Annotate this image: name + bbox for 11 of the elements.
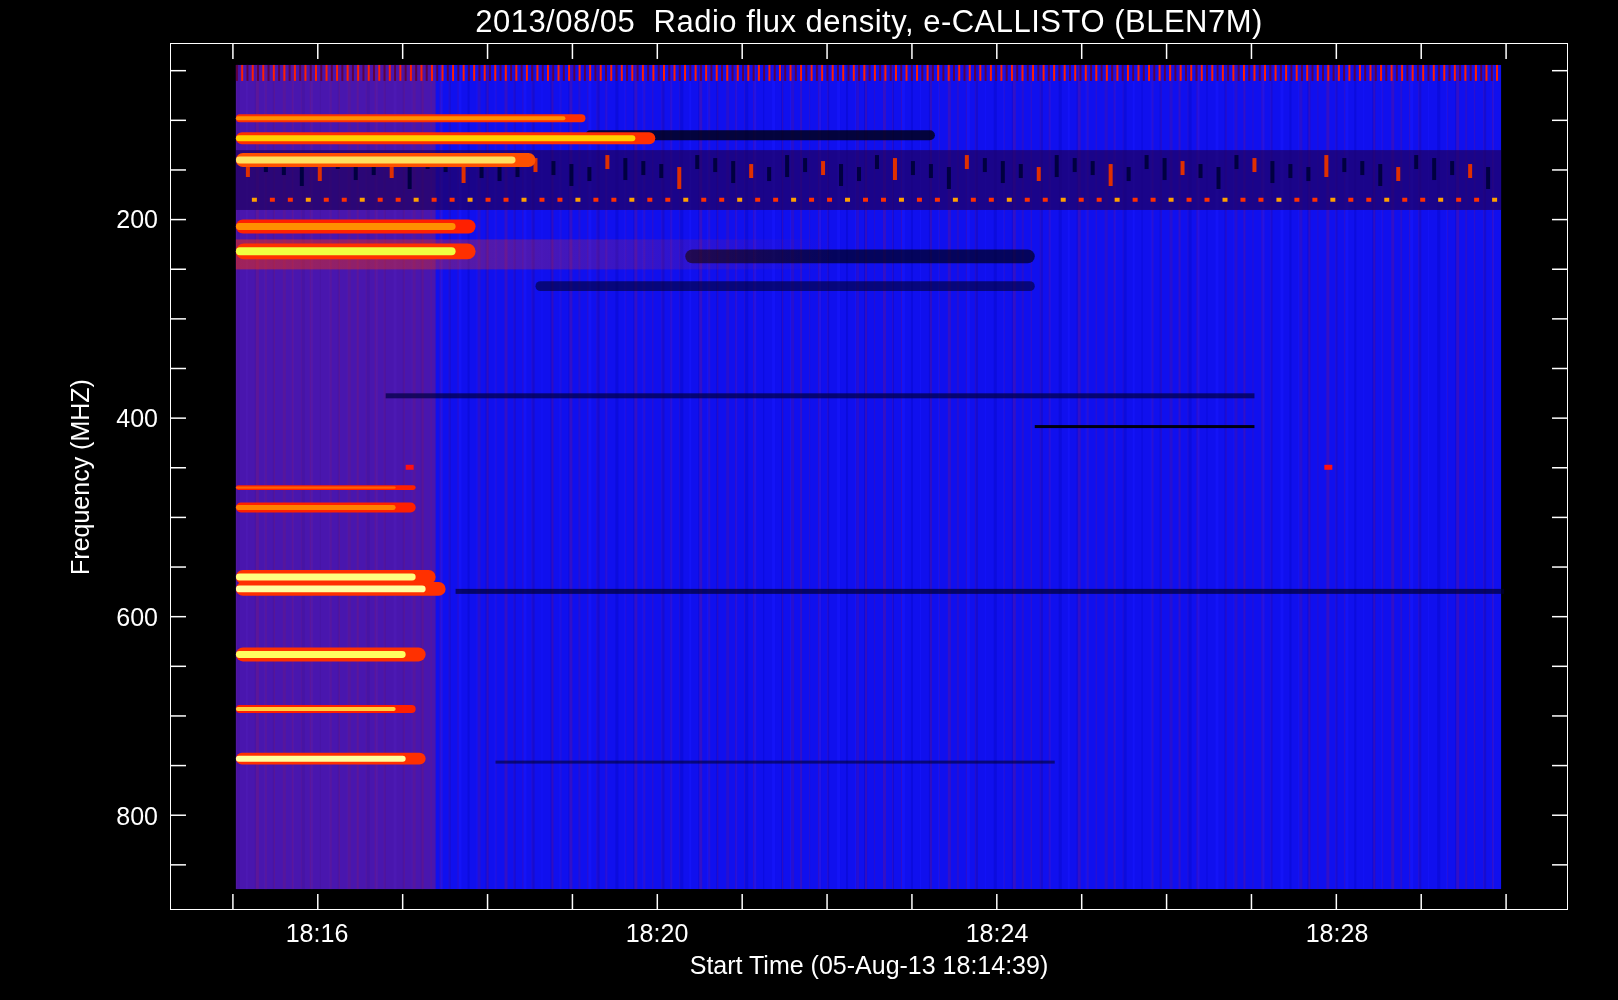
x-tick-label: 18:24	[965, 919, 1029, 948]
chart-title: 2013/08/05 Radio flux density, e-CALLISTO (BLEN7M)	[474, 2, 1264, 41]
y-tick-label: 200	[116, 204, 158, 234]
y-tick-label: 800	[116, 801, 158, 831]
x-tick-label: 18:20	[625, 919, 689, 948]
x-axis-label: Start Time (05-Aug-13 18:14:39)	[689, 951, 1049, 980]
y-tick-label: 600	[116, 602, 158, 632]
x-tick-label: 18:28	[1305, 919, 1369, 948]
x-tick-label: 18:16	[285, 919, 349, 948]
y-tick-label: 400	[116, 403, 158, 433]
y-axis-label: Frequency (MHZ)	[66, 378, 94, 575]
